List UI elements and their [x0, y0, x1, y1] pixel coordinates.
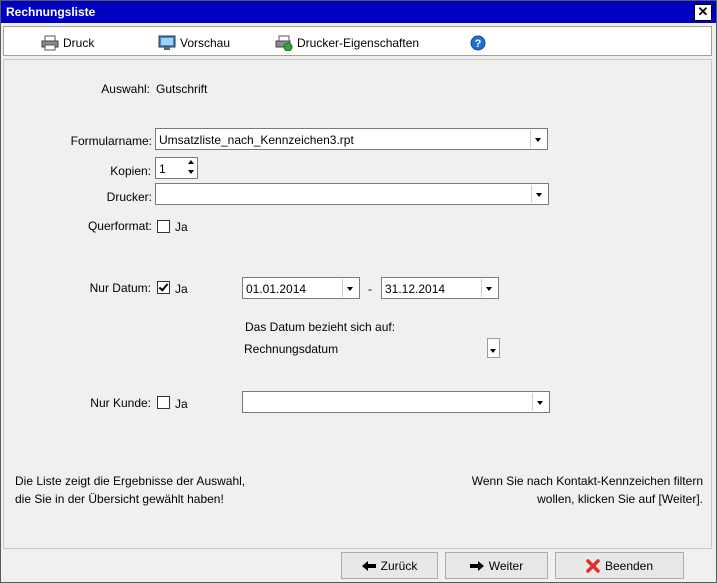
printer-properties-button[interactable]: Drucker-Eigenschaften — [275, 34, 419, 52]
date-to-picker[interactable]: 31.12.2014 — [381, 277, 499, 299]
window-title: Rechnungsliste — [6, 5, 96, 19]
kopien-label: Kopien: — [110, 164, 151, 178]
nur-kunde-ja-label: Ja — [175, 397, 188, 411]
nur-kunde-checkbox[interactable] — [157, 396, 170, 409]
preview-label: Vorschau — [180, 36, 231, 50]
date-from-value: 01.01.2014 — [246, 282, 307, 296]
nur-datum-ja-label: Ja — [175, 282, 188, 296]
button-bar: Zurück Weiter Beenden — [1, 549, 716, 582]
datum-bezug-value: Rechnungsdatum — [244, 342, 339, 356]
date-from-picker[interactable]: 01.01.2014 — [242, 277, 360, 299]
printer-icon — [41, 35, 59, 51]
dialog-window: Rechnungsliste ✕ Druck Vorschau Drucker-… — [0, 0, 717, 583]
monitor-icon — [158, 35, 176, 50]
nur-kunde-label: Nur Kunde: — [90, 396, 151, 410]
title-bar: Rechnungsliste ✕ — [1, 1, 716, 23]
print-button[interactable]: Druck — [41, 34, 94, 52]
exit-label: Beenden — [604, 558, 654, 573]
arrow-right-icon — [469, 560, 484, 571]
querformat-label: Querformat: — [87, 219, 152, 233]
querformat-ja-label: Ja — [175, 220, 188, 234]
formularname-label: Formularname: — [70, 134, 152, 148]
next-button[interactable]: Weiter — [445, 552, 548, 579]
kopien-stepper[interactable]: 1 — [155, 157, 198, 179]
print-label: Druck — [63, 36, 95, 50]
info-text-right: Wenn Sie nach Kontakt-Kennzeichen filter… — [472, 472, 703, 508]
close-button[interactable]: ✕ — [694, 4, 712, 21]
auswahl-value: Gutschrift — [156, 82, 208, 96]
help-button[interactable]: ? — [470, 34, 486, 52]
chevron-down-icon[interactable] — [342, 279, 358, 297]
nur-datum-checkbox[interactable] — [157, 281, 170, 294]
spin-down-icon[interactable] — [188, 170, 194, 174]
info-right-line1: Wenn Sie nach Kontakt-Kennzeichen filter… — [471, 474, 703, 488]
drucker-dropdown[interactable] — [155, 183, 549, 205]
info-text-left: Die Liste zeigt die Ergebnisse der Auswa… — [15, 472, 245, 508]
date-to-value: 31.12.2014 — [385, 282, 446, 296]
auswahl-label: Auswahl: — [101, 82, 150, 96]
close-red-icon — [586, 558, 600, 573]
datum-bezug-dropdown[interactable]: Rechnungsdatum — [242, 337, 501, 359]
spin-up-icon[interactable] — [188, 160, 194, 164]
info-left-line2: die Sie in der Übersicht gewählt haben! — [15, 492, 224, 506]
form-panel: Auswahl: Gutschrift Formularname: Umsatz… — [3, 59, 712, 549]
chevron-down-icon[interactable] — [487, 338, 500, 358]
chevron-down-icon[interactable] — [481, 279, 497, 297]
info-right-line2: wollen, klicken Sie auf [Weiter]. — [537, 492, 703, 506]
back-button[interactable]: Zurück — [341, 552, 438, 579]
help-icon: ? — [470, 35, 486, 51]
back-label: Zurück — [380, 558, 418, 573]
printer-settings-icon — [275, 35, 293, 51]
kopien-value: 1 — [159, 162, 166, 176]
chevron-down-icon[interactable] — [532, 393, 548, 411]
kunde-dropdown[interactable] — [242, 391, 550, 413]
datum-bezug-label: Das Datum bezieht sich auf: — [245, 320, 396, 334]
info-left-line1: Die Liste zeigt die Ergebnisse der Auswa… — [15, 474, 246, 488]
chevron-down-icon[interactable] — [531, 185, 547, 203]
formularname-value: Umsatzliste_nach_Kennzeichen3.rpt — [159, 133, 354, 147]
formularname-dropdown[interactable]: Umsatzliste_nach_Kennzeichen3.rpt — [155, 128, 548, 150]
next-label: Weiter — [488, 558, 524, 573]
preview-button[interactable]: Vorschau — [158, 34, 230, 52]
date-range-separator: - — [368, 282, 372, 296]
printer-properties-label: Drucker-Eigenschaften — [297, 36, 420, 50]
chevron-down-icon[interactable] — [530, 130, 546, 148]
exit-button[interactable]: Beenden — [555, 552, 684, 579]
drucker-label: Drucker: — [106, 190, 152, 204]
querformat-checkbox[interactable] — [157, 220, 170, 233]
help-glyph: ? — [475, 38, 482, 50]
nur-datum-label: Nur Datum: — [89, 281, 151, 295]
toolbar: Druck Vorschau Drucker-Eigenschaften ? — [3, 26, 712, 56]
arrow-left-icon — [361, 560, 376, 571]
